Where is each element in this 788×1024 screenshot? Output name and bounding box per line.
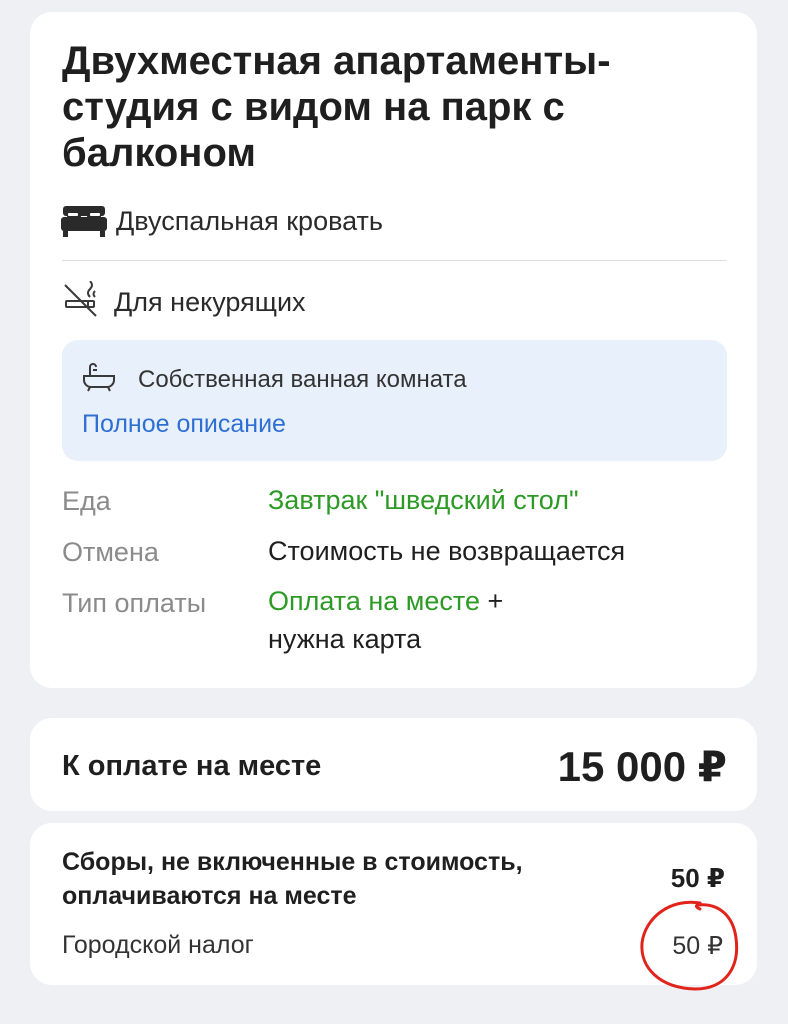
payment-type-label: Тип оплаты xyxy=(62,588,207,618)
food-label: Еда xyxy=(62,486,111,516)
fees-total: 50 ₽ xyxy=(670,863,725,893)
fees-card: Сборы, не включенные в стоимость, оплачи… xyxy=(30,823,757,985)
cancel-value: Стоимость не возвращается xyxy=(268,536,626,566)
payment-type-note: нужна карта xyxy=(268,624,422,654)
room-card: Двухместная апартаменты-студия с видом н… xyxy=(30,12,757,688)
bathroom-label: Собственная ванная комната xyxy=(138,365,467,393)
smoking-label: Для некурящих xyxy=(114,286,306,317)
facilities-box: Собственная ванная комната Полное описан… xyxy=(62,340,727,461)
divider xyxy=(62,260,727,261)
smoking-info: Для некурящих xyxy=(62,279,306,324)
fees-title: Сборы, не включенные в стоимость, оплачи… xyxy=(62,848,523,910)
pay-on-site-card: К оплате на месте 15 000 ₽ xyxy=(30,718,757,811)
payment-type-value: Оплата на месте + нужна карта xyxy=(268,582,503,658)
pay-on-site-amount: 15 000 ₽ xyxy=(557,743,727,790)
room-title: Двухместная апартаменты-студия с видом н… xyxy=(62,39,611,175)
pay-on-site-label: К оплате на месте xyxy=(62,750,322,782)
food-value: Завтрак "шведский стол" xyxy=(268,485,579,515)
double-bed-icon xyxy=(60,204,110,238)
bed-label: Двуспальная кровать xyxy=(116,205,383,236)
city-tax-label: Городской налог xyxy=(62,931,254,959)
bathtub-icon xyxy=(82,362,116,397)
cancel-label: Отмена xyxy=(62,537,159,567)
full-description-link[interactable]: Полное описание xyxy=(82,410,286,439)
payment-type-main: Оплата на месте xyxy=(268,586,480,616)
bed-info: Двуспальная кровать xyxy=(60,204,383,238)
payment-type-plus: + xyxy=(479,586,504,616)
city-tax-amount: 50 ₽ xyxy=(672,932,723,960)
bathroom-info: Собственная ванная комната xyxy=(82,362,467,397)
no-smoking-icon xyxy=(62,279,100,324)
